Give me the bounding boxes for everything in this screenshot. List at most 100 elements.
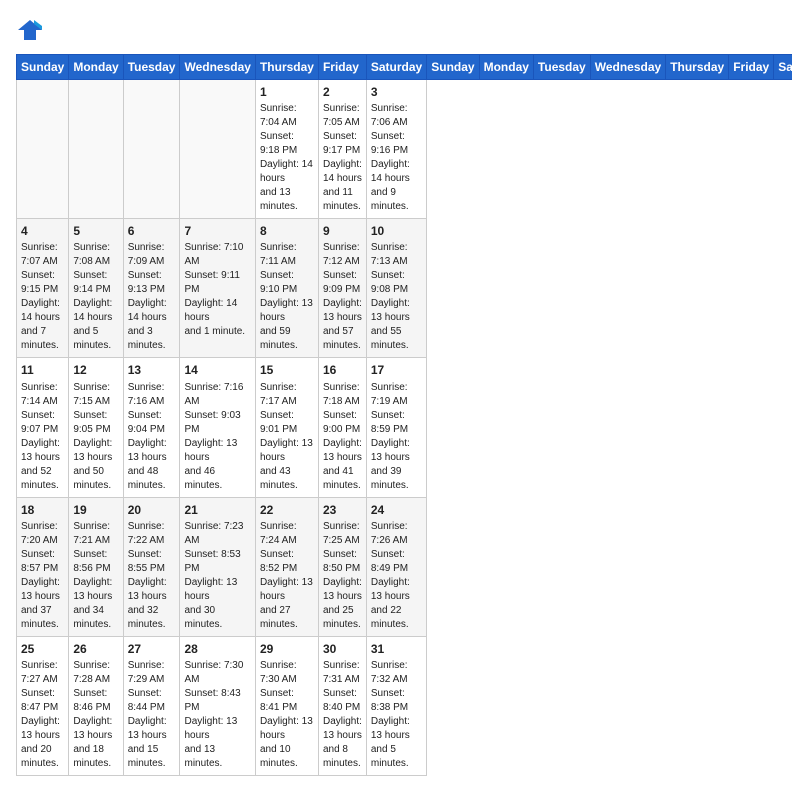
- cell-line: Sunrise: 7:10 AM: [184, 242, 243, 267]
- calendar-cell: 26Sunrise: 7:28 AMSunset: 8:46 PMDayligh…: [69, 636, 123, 775]
- cell-line: and 46 minutes.: [184, 466, 222, 491]
- day-number: 10: [371, 223, 422, 239]
- cell-line: Sunrise: 7:13 AM: [371, 242, 408, 267]
- day-number: 2: [323, 84, 362, 100]
- day-number: 20: [128, 502, 176, 518]
- calendar-cell: 19Sunrise: 7:21 AMSunset: 8:56 PMDayligh…: [69, 497, 123, 636]
- calendar-week-row: 1Sunrise: 7:04 AMSunset: 9:18 PMDaylight…: [17, 80, 792, 219]
- cell-line: Sunset: 8:46 PM: [73, 688, 110, 713]
- calendar-cell: [180, 80, 255, 219]
- cell-line: and 13 minutes.: [184, 744, 222, 769]
- cell-line: Daylight: 13 hours: [73, 438, 112, 463]
- cell-line: Sunrise: 7:07 AM: [21, 242, 58, 267]
- cell-line: Sunrise: 7:15 AM: [73, 382, 110, 407]
- cell-line: Daylight: 13 hours: [371, 716, 410, 741]
- cell-info: Sunrise: 7:28 AMSunset: 8:46 PMDaylight:…: [73, 659, 118, 771]
- cell-line: and 15 minutes.: [128, 744, 166, 769]
- cell-info: Sunrise: 7:16 AMSunset: 9:03 PMDaylight:…: [184, 381, 250, 493]
- cell-line: Sunrise: 7:24 AM: [260, 521, 297, 546]
- cell-line: Daylight: 13 hours: [73, 577, 112, 602]
- day-number: 25: [21, 641, 64, 657]
- cell-line: Daylight: 14 hours: [323, 159, 362, 184]
- cell-line: and 41 minutes.: [323, 466, 361, 491]
- calendar-cell: 12 Sunrise: 7:15 AM Sunset: 9:05 PM Dayligh…: [69, 358, 123, 497]
- day-number: 11: [21, 362, 64, 378]
- cell-line: and 32 minutes.: [128, 605, 166, 630]
- cell-line: and 55 minutes.: [371, 326, 409, 351]
- cell-line: Daylight: 13 hours: [323, 438, 362, 463]
- cell-line: Sunset: 9:17 PM: [323, 131, 360, 156]
- cell-line: Sunrise: 7:04 AM: [260, 103, 297, 128]
- cell-line: and 11 minutes.: [323, 187, 361, 212]
- cell-line: Sunset: 8:41 PM: [260, 688, 297, 713]
- day-number: 27: [128, 641, 176, 657]
- col-header-saturday: Saturday: [366, 55, 426, 80]
- cell-info: Sunrise: 7:18 AMSunset: 9:00 PMDaylight:…: [323, 381, 362, 493]
- calendar-cell: 18Sunrise: 7:20 AMSunset: 8:57 PMDayligh…: [17, 497, 69, 636]
- cell-line: Sunset: 9:08 PM: [371, 270, 408, 295]
- col-header-sunday: Sunday: [427, 55, 479, 80]
- day-number: 9: [323, 223, 362, 239]
- cell-line: Sunrise: 7:23 AM: [184, 521, 243, 546]
- cell-info: Sunrise: 7:09 AMSunset: 9:13 PMDaylight:…: [128, 241, 176, 353]
- cell-line: Daylight: 13 hours: [184, 438, 237, 463]
- cell-info: Sunrise: 7:14 AMSunset: 9:07 PMDaylight:…: [21, 381, 64, 493]
- calendar-cell: 25Sunrise: 7:27 AMSunset: 8:47 PMDayligh…: [17, 636, 69, 775]
- page-header: [16, 16, 776, 44]
- cell-info: Sunrise: 7:25 AMSunset: 8:50 PMDaylight:…: [323, 520, 362, 632]
- calendar-cell: 31Sunrise: 7:32 AMSunset: 8:38 PMDayligh…: [366, 636, 426, 775]
- day-number: 12: [73, 362, 118, 378]
- cell-line: Sunset: 8:52 PM: [260, 549, 297, 574]
- calendar-cell: 11 Sunrise: 7:14 AMSunset: 9:07 PMDayligh…: [17, 358, 69, 497]
- cell-line: Sunrise: 7:19 AM: [371, 382, 408, 407]
- cell-line: Daylight: 14 hours: [260, 159, 313, 184]
- calendar-cell: [17, 80, 69, 219]
- cell-line: Sunrise: 7:11 AM: [260, 242, 297, 267]
- cell-line: and 5 minutes.: [73, 326, 111, 351]
- day-number: 6: [128, 223, 176, 239]
- cell-line: Sunrise: 7:09 AM: [128, 242, 165, 267]
- cell-line: Daylight: 14 hours: [73, 298, 112, 323]
- cell-line: Sunset: 9:05 PM: [73, 410, 110, 435]
- cell-info: Sunrise: 7:26 AMSunset: 8:49 PMDaylight:…: [371, 520, 422, 632]
- cell-line: and 59 minutes.: [260, 326, 298, 351]
- calendar-cell: 14Sunrise: 7:16 AMSunset: 9:03 PMDayligh…: [180, 358, 255, 497]
- cell-line: Sunset: 9:09 PM: [323, 270, 360, 295]
- calendar-cell: 23Sunrise: 7:25 AMSunset: 8:50 PMDayligh…: [318, 497, 366, 636]
- day-number: 4: [21, 223, 64, 239]
- day-number: 18: [21, 502, 64, 518]
- calendar-cell: 10 Sunrise: 7:13 AM Sunset: 9:08 PM Dayligh…: [366, 219, 426, 358]
- calendar-cell: 16 Sunrise: 7:18 AMSunset: 9:00 PMDayligh…: [318, 358, 366, 497]
- cell-line: Sunset: 8:38 PM: [371, 688, 408, 713]
- cell-line: Daylight: 13 hours: [21, 716, 60, 741]
- day-number: 15: [260, 362, 314, 378]
- calendar-cell: [69, 80, 123, 219]
- cell-line: Daylight: 13 hours: [260, 577, 313, 602]
- cell-info: Sunrise: 7:19 AMSunset: 8:59 PMDaylight:…: [371, 381, 422, 493]
- day-number: 16: [323, 362, 362, 378]
- calendar-cell: 27Sunrise: 7:29 AMSunset: 8:44 PMDayligh…: [123, 636, 180, 775]
- cell-line: Sunset: 9:11 PM: [184, 270, 239, 295]
- cell-line: and 50 minutes.: [73, 466, 111, 491]
- cell-line: Sunrise: 7:21 AM: [73, 521, 110, 546]
- cell-line: and 10 minutes.: [260, 744, 298, 769]
- cell-line: Daylight: 14 hours: [184, 298, 237, 323]
- calendar-cell: 22Sunrise: 7:24 AMSunset: 8:52 PMDayligh…: [255, 497, 318, 636]
- cell-line: Daylight: 13 hours: [323, 716, 362, 741]
- calendar-cell: 20Sunrise: 7:22 AMSunset: 8:55 PMDayligh…: [123, 497, 180, 636]
- logo: [16, 16, 48, 44]
- cell-line: Daylight: 13 hours: [184, 577, 237, 602]
- day-number: 1: [260, 84, 314, 100]
- cell-info: Sunrise: 7:11 AMSunset: 9:10 PMDaylight:…: [260, 241, 314, 353]
- calendar-cell: 30Sunrise: 7:31 AMSunset: 8:40 PMDayligh…: [318, 636, 366, 775]
- cell-info: Sunrise: 7:24 AM Sunset: 8:52 PM Daylight:…: [260, 520, 314, 632]
- cell-line: Daylight: 13 hours: [371, 577, 410, 602]
- calendar-cell: 21Sunrise: 7:23 AMSunset: 8:53 PMDayligh…: [180, 497, 255, 636]
- cell-line: Sunset: 9:14 PM: [73, 270, 110, 295]
- day-number: 30: [323, 641, 362, 657]
- cell-line: Daylight: 13 hours: [128, 577, 167, 602]
- cell-line: Daylight: 14 hours: [128, 298, 167, 323]
- col-header-monday: Monday: [479, 55, 533, 80]
- cell-line: Sunrise: 7:31 AM: [323, 660, 360, 685]
- cell-line: Daylight: 13 hours: [371, 298, 410, 323]
